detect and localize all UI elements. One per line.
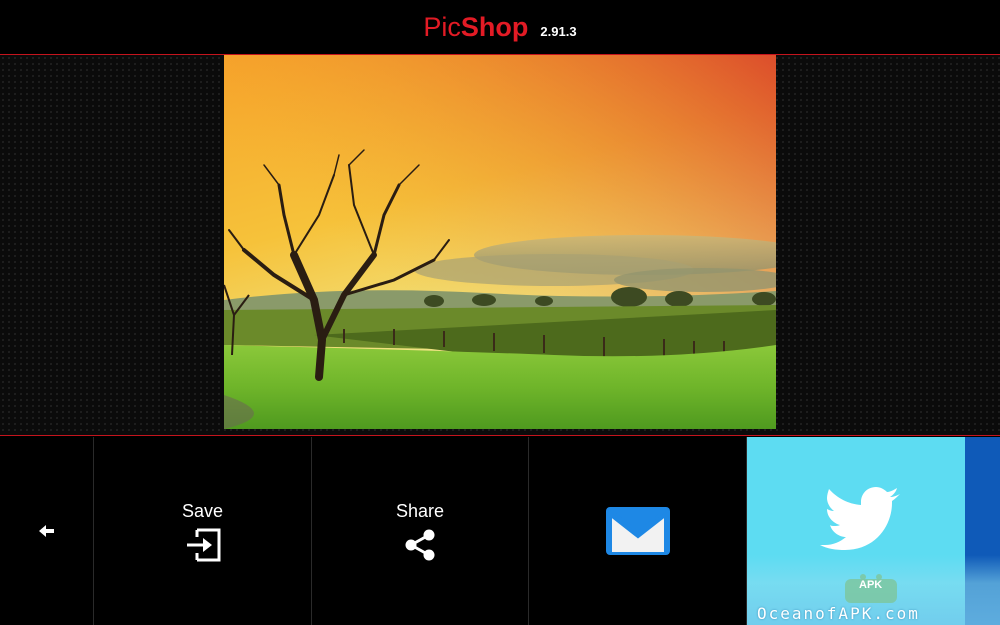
twitter-tile-edge bbox=[965, 437, 1000, 625]
twitter-bird-icon bbox=[820, 487, 900, 550]
landscape-photo bbox=[224, 55, 776, 429]
save-label: Save bbox=[181, 500, 224, 521]
back-button[interactable] bbox=[0, 437, 94, 625]
app-header: Pic Shop 2.91.3 bbox=[0, 0, 1000, 55]
app-title: Pic Shop 2.91.3 bbox=[423, 12, 576, 43]
edited-photo bbox=[224, 55, 776, 429]
arrow-left-icon bbox=[38, 525, 54, 537]
save-export-icon bbox=[186, 528, 220, 561]
app-version: 2.91.3 bbox=[540, 23, 577, 39]
twitter-tile bbox=[747, 437, 965, 625]
save-button[interactable]: Save bbox=[94, 437, 312, 625]
twitter-button[interactable]: APK OceanofAPK.com bbox=[747, 437, 1000, 625]
bottom-action-bar: Save Share APK OceanofAPK.com bbox=[0, 437, 1000, 625]
share-icon bbox=[405, 529, 435, 560]
app-title-pic: Pic bbox=[423, 11, 461, 42]
image-workspace bbox=[0, 55, 1000, 436]
email-button[interactable] bbox=[529, 437, 747, 625]
share-label: Share bbox=[395, 500, 445, 521]
share-button[interactable]: Share bbox=[312, 437, 529, 625]
gmail-icon bbox=[605, 507, 670, 555]
app-title-shop: Shop bbox=[460, 11, 529, 42]
